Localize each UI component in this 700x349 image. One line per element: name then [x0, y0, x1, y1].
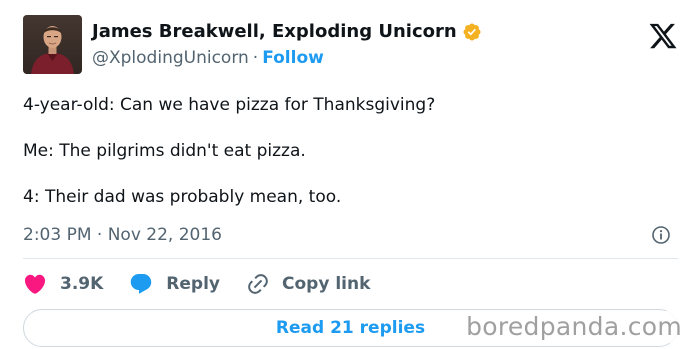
tweet-line: 4-year-old: Can we have pizza for Thanks… [23, 95, 436, 115]
info-icon[interactable] [651, 225, 671, 245]
tweet-timestamp[interactable]: 2:03 PM · Nov 22, 2016 [23, 224, 222, 246]
divider [23, 258, 678, 259]
author-handle[interactable]: @XplodingUnicorn [92, 48, 249, 68]
link-icon [248, 274, 268, 294]
author-display-name[interactable]: James Breakwell, Exploding Unicorn [92, 20, 457, 44]
verified-badge-icon [462, 22, 482, 42]
copy-link-button[interactable]: Copy link [246, 272, 370, 296]
like-button[interactable]: 3.9K [23, 272, 103, 296]
heart-icon [24, 274, 46, 294]
read-replies-label: Read 21 replies [275, 318, 426, 338]
copy-link-label: Copy link [282, 274, 371, 294]
tweet-line: Me: The pilgrims didn't eat pizza. [23, 141, 306, 161]
reply-bubble-icon [131, 274, 152, 294]
avatar[interactable] [23, 15, 82, 74]
follow-button[interactable]: Follow [262, 48, 324, 68]
x-logo-icon[interactable] [648, 21, 678, 51]
watermark: boredpanda.com [464, 311, 684, 343]
author-name-row: James Breakwell, Exploding Unicorn [92, 20, 482, 44]
separator-dot: · [252, 48, 259, 68]
like-count: 3.9K [60, 274, 104, 294]
action-bar: 3.9K Reply Copy link [23, 271, 396, 297]
reply-label: Reply [166, 274, 220, 294]
author-handle-row: @XplodingUnicorn · Follow [92, 47, 324, 69]
tweet-line: 4: Their dad was probably mean, too. [23, 187, 342, 207]
reply-button[interactable]: Reply [129, 272, 220, 296]
